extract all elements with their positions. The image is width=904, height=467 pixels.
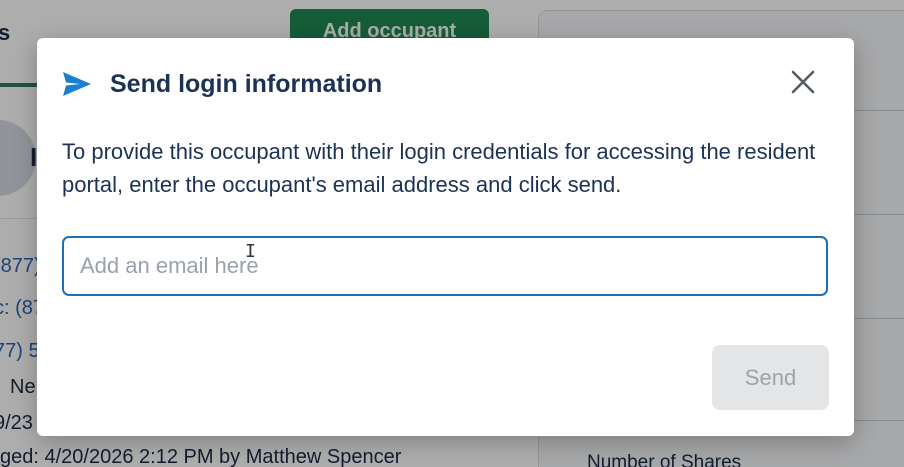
send-button[interactable]: Send [712,345,829,410]
dialog-description: To provide this occupant with their logi… [62,139,816,197]
email-input[interactable] [62,236,828,296]
send-icon [62,71,92,97]
close-icon [791,70,815,99]
dialog-title: Send login information [110,69,383,98]
send-login-dialog: Send login information To provide this o… [37,38,854,436]
dialog-header: Send login information [62,66,382,102]
close-button[interactable] [788,69,818,99]
